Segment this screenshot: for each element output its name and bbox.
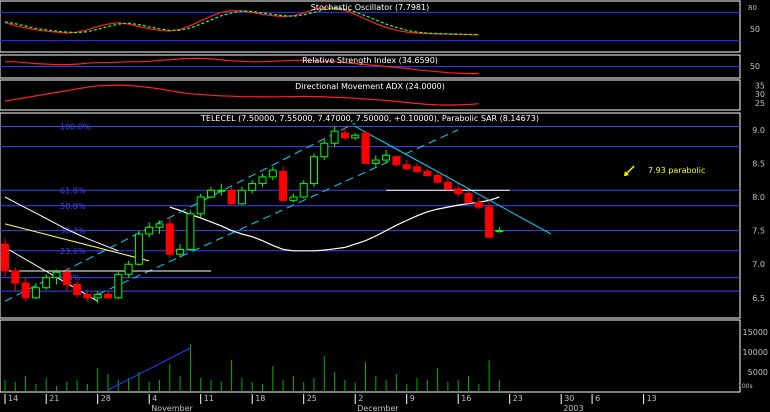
volume-tick-label: 5000 <box>748 368 768 377</box>
candle-body <box>52 271 61 279</box>
candle-body <box>433 175 442 183</box>
x-tick-label: 28 <box>101 394 111 403</box>
volume-tick-label: 15000 <box>743 328 768 337</box>
x-tick-label: 16 <box>461 394 471 403</box>
x-tick-label: 25 <box>307 394 317 403</box>
candle-body <box>237 189 246 205</box>
candle-body <box>1 243 9 272</box>
candle-body <box>454 188 463 195</box>
x-tick-label: 2 <box>358 394 363 403</box>
candle-body <box>73 283 82 295</box>
x-tick-label: 4 <box>152 394 157 403</box>
x-tick-label: 21 <box>49 394 59 403</box>
candle-body <box>371 159 380 164</box>
adx-axis-label: 25 <box>755 99 765 108</box>
candle-body <box>485 206 494 238</box>
candle-body <box>279 170 288 201</box>
x-tick-label: 14 <box>8 394 18 403</box>
candle-body <box>402 164 411 170</box>
candle-body <box>340 132 349 139</box>
x-tick-label: 11 <box>204 394 214 403</box>
volume-unit-label: 100s <box>738 383 753 390</box>
vol-panel-border <box>0 319 741 393</box>
price-tick-label: 6.5 <box>752 294 765 303</box>
candle-body <box>268 169 277 178</box>
candle-body <box>145 226 154 235</box>
candle-body <box>361 132 370 164</box>
candle-body <box>382 154 391 161</box>
candle-body <box>330 130 339 144</box>
candle-body <box>196 196 205 215</box>
moving-average-line <box>169 196 500 252</box>
candle-body <box>62 271 71 285</box>
candle-body <box>464 193 473 203</box>
candle-body <box>207 189 215 198</box>
x-tick-label: 30 <box>564 394 574 403</box>
x-tick-label: 9 <box>410 394 415 403</box>
price-tick-label: 7.5 <box>752 227 765 236</box>
x-tick-label: 23 <box>513 394 523 403</box>
candle-body <box>217 189 226 192</box>
candle-body <box>165 223 174 255</box>
stoch-axis-label: 80 <box>748 4 757 12</box>
candle-body <box>392 156 401 166</box>
candle-body <box>134 233 143 265</box>
candle-body <box>155 223 164 228</box>
candle-body <box>351 134 360 139</box>
candle-body <box>413 166 421 172</box>
fib-label: 50.0% <box>60 202 86 211</box>
candle-body <box>176 248 185 255</box>
price-label: TELECEL (7.50000, 7.55000, 7.47000, 7.50… <box>200 114 539 123</box>
candle-body <box>104 293 112 299</box>
x-tick-label: 13 <box>647 394 657 403</box>
candle-body <box>227 189 236 205</box>
adx-axis-label: 35 <box>755 81 765 90</box>
stoch-axis-label: 50 <box>750 25 760 34</box>
chart-canvas: Stochastic Oscillator (7.7981) 50 80 Relati… <box>0 0 768 412</box>
candle-body <box>320 142 329 158</box>
trendline <box>354 126 552 235</box>
x-tick-label: 6 <box>595 394 600 403</box>
candle-body <box>495 230 504 233</box>
candle-body <box>93 293 102 299</box>
candle-body <box>474 201 483 208</box>
candle-body <box>186 213 195 250</box>
rsi-axis-label: 50 <box>750 62 760 71</box>
adx-axis-label: 30 <box>755 90 765 99</box>
x-month-label: November <box>151 404 193 412</box>
annotation-arrow <box>625 165 635 175</box>
candle-body <box>114 273 123 299</box>
x-month-label: 2003 <box>563 404 583 412</box>
candle-body <box>42 277 51 289</box>
fib-label: 100.0% <box>60 122 91 131</box>
price-tick-label: 8.0 <box>752 193 765 202</box>
candle-body <box>258 176 267 185</box>
candle-body <box>289 196 298 201</box>
adx-label: Directional Movement ADX (24.0000) <box>295 82 445 91</box>
price-tick-label: 9.0 <box>752 126 765 135</box>
fib-label: 61.8% <box>60 186 86 195</box>
candle-body <box>299 183 308 198</box>
price-tick-label: 8.5 <box>752 159 765 168</box>
candle-body <box>310 156 318 185</box>
stoch-label: Stochastic Oscillator (7.7981) <box>311 3 429 12</box>
candle-body <box>83 293 92 299</box>
volume-tick-label: 10000 <box>743 348 768 357</box>
candle-body <box>31 287 40 299</box>
price-panel-border <box>0 112 741 319</box>
candle-body <box>11 270 20 284</box>
candle-body <box>443 181 452 190</box>
candle-body <box>248 183 257 191</box>
price-tick-label: 7.0 <box>752 260 765 269</box>
x-tick-label: 18 <box>255 394 265 403</box>
fib-label: 23.6% <box>60 247 86 256</box>
annotation-text: 7.93 parabolic <box>648 166 705 175</box>
stock-chart: Stochastic Oscillator (7.7981) 50 80 Relati… <box>0 0 770 412</box>
x-month-label: December <box>357 404 399 412</box>
candle-body <box>124 263 133 275</box>
candle-body <box>423 170 432 177</box>
rsi-label: Relative Strength Index (34.6590) <box>302 56 438 65</box>
trendline <box>97 129 459 295</box>
candle-body <box>21 282 30 299</box>
